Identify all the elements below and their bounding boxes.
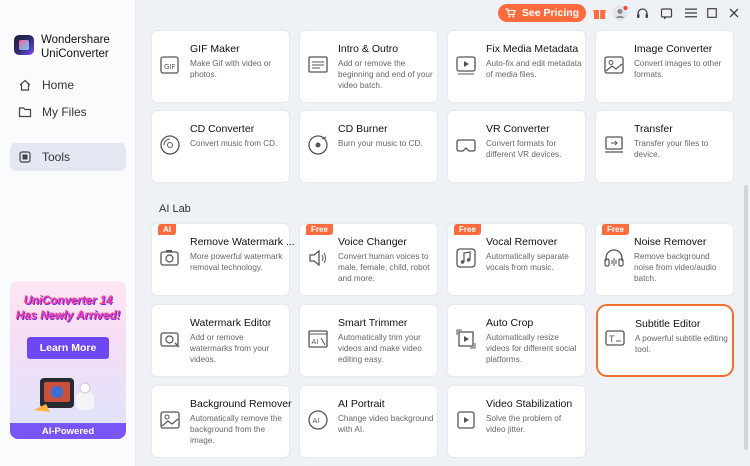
crop-icon (456, 329, 476, 349)
tool-card-vr-converter[interactable]: VR Converter Convert formats for differe… (448, 111, 585, 182)
tool-card-background-remover[interactable]: Background Remover Automatically remove … (152, 386, 292, 457)
feedback-icon[interactable] (658, 5, 674, 21)
gift-icon[interactable] (591, 5, 607, 21)
sidebar-item-label: My Files (42, 105, 87, 119)
headphones-icon (604, 249, 624, 267)
tool-card-voice-changer[interactable]: Free Voice Changer Convert human voices … (300, 224, 437, 295)
svg-text:GIF: GIF (164, 63, 176, 71)
cd-icon (160, 135, 180, 155)
free-tag: Free (602, 224, 629, 235)
ai-powered-badge: AI-Powered (10, 423, 126, 439)
ai-lab-heading: AI Lab (159, 203, 191, 215)
intro-outro-icon (308, 56, 328, 73)
portrait-icon: AI (308, 410, 328, 430)
tool-card-watermark-editor[interactable]: Watermark Editor Add or remove watermark… (152, 305, 289, 376)
svg-text:T: T (608, 335, 615, 345)
svg-text:AI: AI (313, 417, 320, 425)
camera-earbuds-illustration-icon (34, 378, 94, 412)
tool-card-cd-converter[interactable]: CD Converter Convert music from CD. (152, 111, 289, 182)
see-pricing-button[interactable]: See Pricing (498, 4, 586, 22)
tool-card-gif-maker[interactable]: GIF GIF Maker Make Gif with video or pho… (152, 31, 289, 102)
sidebar-item-home[interactable]: Home (10, 71, 126, 99)
tool-card-transfer[interactable]: Transfer Transfer your files to device. (596, 111, 733, 182)
tool-card-intro-outro[interactable]: Intro & Outro Add or remove the beginnin… (300, 31, 437, 102)
speaker-icon (309, 249, 326, 267)
vr-icon (456, 139, 476, 152)
brand-line2: UniConverter (41, 48, 109, 60)
tool-card-noise-remover[interactable]: Free Noise Remover Remove background noi… (596, 224, 733, 295)
promo-title-line2: Has Newly Arrived! (15, 310, 121, 322)
tool-card-vocal-remover[interactable]: Free Vocal Remover Automatically separat… (448, 224, 585, 295)
minimize-icon[interactable] (681, 5, 697, 21)
free-tag: Free (306, 224, 333, 235)
brand: Wondershare UniConverter (14, 33, 110, 61)
sidebar-item-label: Tools (42, 150, 71, 164)
promo-card[interactable]: UniConverter 14 Has Newly Arrived! Learn… (10, 281, 126, 439)
tool-card-auto-crop[interactable]: Auto Crop Automatically resize videos fo… (448, 305, 585, 376)
user-avatar-icon[interactable] (612, 5, 628, 21)
sidebar-item-label: Home (42, 78, 75, 92)
home-icon (19, 79, 31, 91)
promo-title-line1: UniConverter 14 (23, 295, 113, 307)
tool-card-cd-burner[interactable]: CD Burner Burn your music to CD. (300, 111, 437, 182)
ai-tag: AI (158, 224, 176, 235)
tool-card-video-stabilization[interactable]: Video Stabilization Solve the problem of… (448, 386, 585, 457)
ai-trim-icon: AI (308, 330, 328, 348)
watermark-icon (160, 332, 180, 348)
sidebar-item-my-files[interactable]: My Files (10, 98, 126, 126)
sidebar: Wondershare UniConverter Home My Files T… (0, 0, 136, 466)
cart-icon (505, 8, 516, 18)
gif-icon: GIF (160, 56, 179, 74)
tool-card-image-converter[interactable]: Image Converter Convert images to other … (596, 31, 733, 102)
sidebar-item-tools[interactable]: Tools (10, 143, 126, 171)
free-tag: Free (454, 224, 481, 235)
learn-more-button[interactable]: Learn More (27, 337, 109, 359)
tool-card-fix-media-metadata[interactable]: Fix Media Metadata Auto-fix and edit met… (448, 31, 585, 102)
tool-card-ai-portrait[interactable]: AI AI Portrait Change video background w… (300, 386, 437, 457)
tool-card-remove-watermark[interactable]: AI Remove Watermark ... More powerful wa… (152, 224, 295, 295)
tool-card-subtitle-editor[interactable]: T Subtitle Editor A powerful subtitle ed… (598, 306, 732, 375)
brand-line1: Wondershare (41, 34, 110, 46)
stabilize-icon (457, 411, 475, 429)
image-icon (604, 56, 624, 74)
scrollbar[interactable] (744, 185, 748, 450)
tool-card-smart-trimmer[interactable]: AI Smart Trimmer Automatically trim your… (300, 305, 437, 376)
svg-text:AI: AI (312, 338, 319, 346)
bg-remove-icon (160, 411, 180, 429)
camera-erase-icon (160, 250, 179, 266)
folder-icon (18, 107, 32, 118)
see-pricing-label: See Pricing (521, 7, 580, 19)
maximize-icon[interactable] (704, 5, 720, 21)
music-icon (456, 248, 476, 268)
metadata-icon (456, 56, 476, 75)
subtitle-icon: T (605, 330, 625, 346)
uniconverter-logo-icon (14, 35, 34, 55)
headset-icon[interactable] (634, 5, 650, 21)
cd-burner-icon (308, 135, 328, 155)
transfer-icon (605, 136, 623, 153)
close-icon[interactable] (726, 5, 742, 21)
tools-icon (19, 151, 31, 163)
